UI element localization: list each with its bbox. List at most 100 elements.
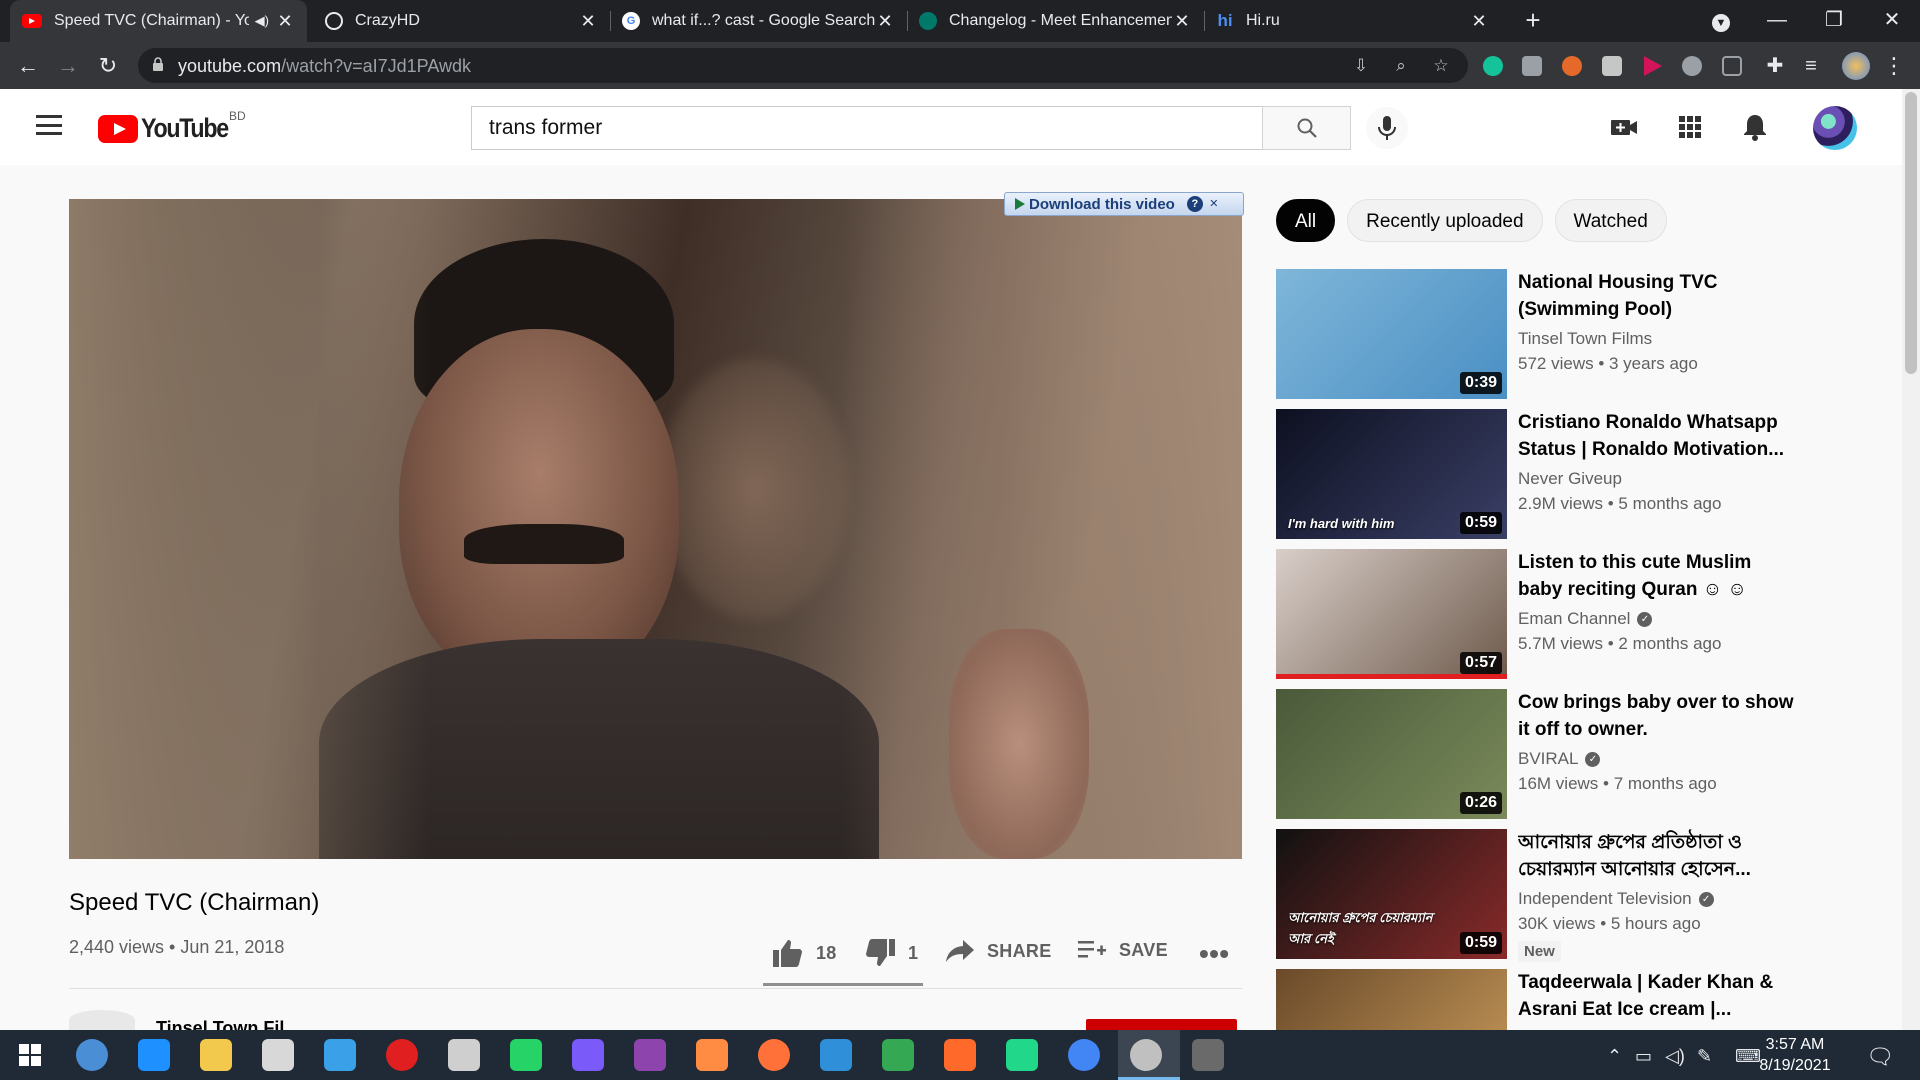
pycharm-icon[interactable] bbox=[1006, 1039, 1038, 1071]
video-thumbnail[interactable]: 0:39 bbox=[1276, 269, 1507, 399]
youtube-logo[interactable]: YouTube BD bbox=[98, 109, 246, 144]
minimize-button[interactable]: — bbox=[1753, 0, 1801, 42]
recommendation-title[interactable]: Cow brings baby over to show it off to o… bbox=[1518, 689, 1798, 743]
close-tab-icon[interactable]: ✕ bbox=[1469, 11, 1489, 32]
forward-icon[interactable]: → bbox=[54, 52, 82, 80]
profile-avatar-icon[interactable] bbox=[1842, 52, 1870, 80]
opera-icon[interactable] bbox=[386, 1039, 418, 1071]
tab-hi-ru[interactable]: hi Hi.ru ✕ bbox=[1204, 0, 1501, 42]
close-icon[interactable]: ✕ bbox=[1206, 196, 1222, 212]
qbittorrent-icon[interactable] bbox=[76, 1039, 108, 1071]
reader-extension-icon[interactable] bbox=[1722, 56, 1742, 76]
edge-icon[interactable] bbox=[138, 1039, 170, 1071]
camera-extension-icon[interactable] bbox=[1522, 56, 1542, 76]
network-icon[interactable]: ▭ bbox=[1635, 1046, 1652, 1067]
recommendation-channel[interactable]: Tinsel Town Films bbox=[1518, 329, 1652, 349]
pen-icon[interactable]: ✎ bbox=[1697, 1046, 1712, 1067]
bookmark-star-icon[interactable]: ☆ bbox=[1431, 56, 1451, 76]
apps-grid-icon[interactable] bbox=[1674, 111, 1706, 143]
voice-search-button[interactable] bbox=[1366, 107, 1408, 149]
address-bar[interactable]: youtube.com/watch?v=aI7Jd1PAwdk ⇩ ⌕ ☆ bbox=[138, 48, 1468, 83]
guide-menu-icon[interactable] bbox=[36, 115, 62, 135]
recommendation-card[interactable]: 0:57 Listen to this cute Muslim baby reci… bbox=[1276, 549, 1796, 679]
recommendation-title[interactable]: Listen to this cute Muslim baby reciting… bbox=[1518, 549, 1798, 603]
recommendation-title[interactable]: আনোয়ার গ্রুপের প্রতিষ্ঠাতা ও চেয়ারম্যা… bbox=[1518, 829, 1798, 883]
play-extension-icon[interactable] bbox=[1644, 56, 1662, 76]
tab-crazyhd[interactable]: CrazyHD ✕ bbox=[313, 0, 611, 42]
channel-avatar[interactable] bbox=[69, 1010, 135, 1030]
download-label[interactable]: Download this video bbox=[1029, 196, 1175, 213]
search-box[interactable] bbox=[471, 106, 1262, 150]
recommendation-channel[interactable]: Independent Television ✓ bbox=[1518, 889, 1714, 909]
video-thumbnail[interactable]: আনোয়ার গ্রুপের চেয়ারম্যান আর নেই 0:59 bbox=[1276, 829, 1507, 959]
subscribe-button[interactable] bbox=[1086, 1019, 1237, 1030]
maps-icon[interactable] bbox=[882, 1039, 914, 1071]
tab-changelog[interactable]: Changelog - Meet Enhancement ✕ bbox=[907, 0, 1205, 42]
chrome-icon[interactable] bbox=[1068, 1039, 1100, 1071]
install-app-icon[interactable]: ⇩ bbox=[1351, 56, 1371, 76]
chip-watched[interactable]: Watched bbox=[1554, 199, 1667, 242]
chevron-up-icon[interactable]: ⌃ bbox=[1607, 1046, 1622, 1067]
scrollbar-thumb[interactable] bbox=[1905, 92, 1917, 374]
recommendation-title[interactable]: National Housing TVC (Swimming Pool) bbox=[1518, 269, 1798, 323]
recommendation-card[interactable]: 0:26 Cow brings baby over to show it off … bbox=[1276, 689, 1796, 819]
zoom-icon[interactable]: ⌕ bbox=[1391, 56, 1411, 76]
chrome-menu-icon[interactable]: ⋮ bbox=[1880, 52, 1908, 80]
download-video-banner[interactable]: Download this video ? ✕ bbox=[1004, 192, 1244, 216]
media-control-icon[interactable]: ≡ bbox=[1797, 52, 1825, 80]
back-icon[interactable]: ← bbox=[14, 52, 42, 80]
close-window-button[interactable]: ✕ bbox=[1868, 0, 1916, 42]
chrome-canary-icon[interactable] bbox=[1130, 1039, 1162, 1071]
close-tab-icon[interactable]: ✕ bbox=[1172, 11, 1192, 32]
github-icon[interactable] bbox=[634, 1039, 666, 1071]
like-button[interactable]: 18 bbox=[772, 938, 837, 968]
recommendation-title[interactable]: Cristiano Ronaldo Whatsapp Status | Rona… bbox=[1518, 409, 1798, 463]
video-thumbnail[interactable]: I'm hard with him 0:59 bbox=[1276, 409, 1507, 539]
recommendation-card[interactable]: 0:39 National Housing TVC (Swimming Pool)… bbox=[1276, 269, 1796, 399]
dislike-button[interactable]: 1 bbox=[864, 938, 918, 968]
tag-extension-icon[interactable] bbox=[1602, 56, 1622, 76]
channel-name[interactable]: Tinsel Town Fil... bbox=[156, 1018, 299, 1030]
whatsapp-icon[interactable] bbox=[510, 1039, 542, 1071]
search-input[interactable] bbox=[472, 107, 1262, 149]
vscode-icon[interactable] bbox=[820, 1039, 852, 1071]
firefox-icon[interactable] bbox=[758, 1039, 790, 1071]
create-video-icon[interactable] bbox=[1608, 111, 1640, 143]
recommendation-channel[interactable]: Never Giveup bbox=[1518, 469, 1622, 489]
lock-icon[interactable] bbox=[152, 57, 164, 71]
mail-icon[interactable] bbox=[324, 1039, 356, 1071]
close-tab-icon[interactable]: ✕ bbox=[875, 11, 895, 32]
windows-start-icon[interactable] bbox=[14, 1039, 46, 1071]
weather-icon[interactable] bbox=[696, 1039, 728, 1071]
save-button[interactable]: SAVE bbox=[1077, 938, 1168, 962]
recommendation-channel[interactable]: Eman Channel ✓ bbox=[1518, 609, 1653, 629]
tab-youtube[interactable]: Speed TVC (Chairman) - You ◀) ✕ bbox=[10, 0, 307, 42]
recommendation-title[interactable]: Taqdeerwala | Kader Khan & Asrani Eat Ic… bbox=[1518, 969, 1798, 1023]
account-avatar[interactable] bbox=[1813, 106, 1857, 150]
new-tab-button[interactable]: + bbox=[1519, 6, 1547, 34]
file-explorer-icon[interactable] bbox=[200, 1039, 232, 1071]
video-thumbnail[interactable]: 0:57 bbox=[1276, 549, 1507, 679]
terminal-icon[interactable] bbox=[1192, 1039, 1224, 1071]
tab-google-search[interactable]: G what if...? cast - Google Search ✕ bbox=[610, 0, 908, 42]
volume-icon[interactable]: ◁) bbox=[1665, 1046, 1685, 1067]
extensions-puzzle-icon[interactable]: ✚ bbox=[1761, 52, 1789, 80]
notifications-bell-icon[interactable] bbox=[1739, 111, 1771, 143]
recommendation-card[interactable]: I'm hard with him 0:59 Cristiano Ronaldo W… bbox=[1276, 409, 1796, 539]
store-icon[interactable] bbox=[262, 1039, 294, 1071]
system-clock[interactable]: 3:57 AM 8/19/2021 bbox=[1745, 1034, 1845, 1076]
video-player[interactable] bbox=[69, 199, 1242, 859]
video-thumbnail[interactable]: 0:26 bbox=[1276, 689, 1507, 819]
more-actions-icon[interactable]: ••• bbox=[1199, 938, 1229, 970]
pen-icon[interactable] bbox=[944, 1039, 976, 1071]
close-tab-icon[interactable]: ✕ bbox=[275, 11, 295, 32]
chip-all[interactable]: All bbox=[1276, 199, 1336, 242]
notification-center-icon[interactable]: 🗨 bbox=[1866, 1044, 1894, 1070]
chip-recently-uploaded[interactable]: Recently uploaded bbox=[1347, 199, 1543, 242]
messenger-icon[interactable] bbox=[572, 1039, 604, 1071]
speaker-icon[interactable]: ◀) bbox=[255, 13, 269, 29]
satellite-icon[interactable] bbox=[448, 1039, 480, 1071]
download-extension-icon[interactable] bbox=[1682, 56, 1702, 76]
close-tab-icon[interactable]: ✕ bbox=[578, 11, 598, 32]
search-button[interactable] bbox=[1262, 106, 1351, 150]
